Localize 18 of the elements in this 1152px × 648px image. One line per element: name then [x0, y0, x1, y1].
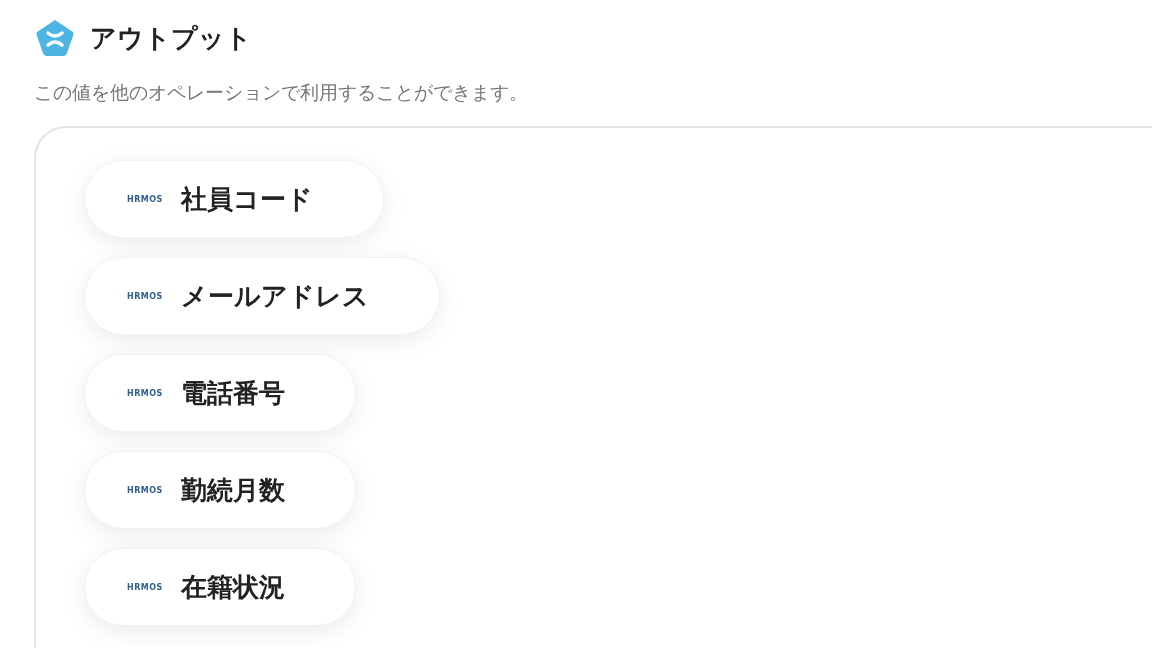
app-logo-icon [34, 18, 76, 58]
service-logo: HRMOS [127, 485, 161, 495]
service-logo: HRMOS [127, 388, 161, 398]
output-chip[interactable]: HRMOS 在籍状況 [84, 548, 356, 626]
output-label: 電話番号 [181, 376, 285, 410]
output-label: メールアドレス [181, 279, 369, 313]
section-title: アウトプット [90, 21, 252, 55]
service-logo: HRMOS [127, 194, 161, 204]
output-chip[interactable]: HRMOS 社員コード [84, 160, 384, 238]
output-chip[interactable]: HRMOS メールアドレス [84, 257, 440, 335]
section-description: この値を他のオペレーションで利用することができます。 [34, 80, 529, 105]
service-logo: HRMOS [127, 291, 161, 301]
output-label: 在籍状況 [181, 570, 285, 604]
output-chip[interactable]: HRMOS 電話番号 [84, 354, 356, 432]
service-logo: HRMOS [127, 582, 161, 592]
output-label: 勤続月数 [181, 473, 285, 507]
output-chip[interactable]: HRMOS 勤続月数 [84, 451, 356, 529]
output-label: 社員コード [181, 182, 313, 216]
